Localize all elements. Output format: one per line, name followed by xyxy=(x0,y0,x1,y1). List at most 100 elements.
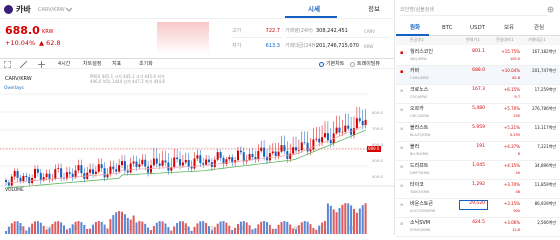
candle xyxy=(364,119,367,126)
volume-bar xyxy=(199,221,202,234)
list-item[interactable]: ▪ 월러스코인 WAL/KRW 801.1 +15.75% 109.0 167,182백만 xyxy=(396,47,560,66)
search-box[interactable]: 코인명/심볼검색 xyxy=(400,7,548,16)
x-axis-label: 24 xyxy=(238,227,244,232)
volume-bar xyxy=(83,225,86,234)
col-change[interactable]: 전일대비↕ xyxy=(496,38,514,42)
list-item[interactable]: ▪ 오르카 ORCA/KRW 5,480 +5.70% 295 276,786백만 xyxy=(396,104,560,123)
candle xyxy=(100,164,103,169)
volume-bar xyxy=(361,205,364,234)
gear-icon[interactable] xyxy=(547,6,554,13)
tab-favorites[interactable]: 관심 xyxy=(534,25,544,32)
candle xyxy=(326,133,329,141)
favorite-star-icon[interactable]: ▪ xyxy=(400,70,403,75)
candle-chart[interactable] xyxy=(0,84,395,236)
favorite-star-icon[interactable]: ▪ xyxy=(400,203,403,208)
coin-volume: 276,786백만 xyxy=(532,106,556,111)
chart-settings-button[interactable]: 차트설정 xyxy=(83,62,101,67)
col-volume[interactable]: 거래대금↕ xyxy=(528,38,546,42)
mini-chart xyxy=(157,22,209,54)
candle xyxy=(318,138,321,143)
volume-bar xyxy=(329,205,332,234)
coin-symbol: TAIKO/KRW xyxy=(410,190,430,194)
list-item[interactable]: ▪ 타이코 TAIKO/KRW 1,292 +3.70% 46 11,859백만 xyxy=(396,180,560,199)
tradingview-radio[interactable] xyxy=(350,61,355,67)
volume-bar xyxy=(176,223,179,234)
candle xyxy=(324,133,326,138)
favorite-star-icon[interactable]: ▪ xyxy=(400,184,403,189)
tab-usdt[interactable]: USDT xyxy=(470,25,485,32)
list-item[interactable]: ▪ 소닉SVM SONIC/KRW 424.5 +3.06% 12.6 2,566백만 xyxy=(396,218,560,237)
candle xyxy=(315,138,318,140)
candle xyxy=(347,125,350,129)
coin-symbol: BLUR/KRW xyxy=(410,152,429,156)
favorite-star-icon[interactable]: ▪ xyxy=(400,108,403,113)
coin-volume: 201,747백만 xyxy=(532,68,556,73)
x-axis-label: 23 xyxy=(210,227,217,232)
list-item[interactable]: ▪ 드리프트 DRIFT/KRW 1,045 +4.15% 40 34,896백만 xyxy=(396,161,560,180)
tab-price[interactable]: 시세 xyxy=(308,6,320,13)
reset-button[interactable]: 초기화 xyxy=(139,62,153,67)
list-item[interactable]: ▪ 카바 CARV/KRW 688.0 +10.04% 62.8 201,747백만 xyxy=(396,66,560,85)
volume-bar xyxy=(228,225,231,234)
candle xyxy=(5,180,7,182)
candle xyxy=(94,171,97,174)
volume-bar xyxy=(248,225,251,234)
volume-bar xyxy=(135,222,138,234)
divider xyxy=(0,18,395,19)
col-name[interactable]: 한글명↕ xyxy=(410,38,424,42)
volume-bar xyxy=(219,221,222,234)
list-item[interactable]: ▪ 블라스트 BLAST/KRW 5.959 +5.21% 0.295 13,117백만 xyxy=(396,123,560,142)
coin-price: 5.959 xyxy=(472,125,485,130)
volume-bar xyxy=(202,221,205,234)
volume-bar xyxy=(251,229,254,234)
volume-bar xyxy=(286,221,289,234)
volume-bar xyxy=(68,228,71,234)
candle xyxy=(28,177,31,184)
volume-bar xyxy=(80,222,83,234)
col-price[interactable]: 현재가↕ xyxy=(466,38,480,42)
candle xyxy=(193,158,196,169)
favorite-star-icon[interactable]: ▪ xyxy=(400,222,403,227)
volume-bar xyxy=(86,228,89,234)
list-item[interactable]: ▪ 크로노스 CRO/KRW 167.3 +6.15% 9.7 17,259백만 xyxy=(396,85,560,104)
candle xyxy=(187,159,190,167)
change-percent: +10.04% xyxy=(5,39,36,47)
list-item[interactable]: ▪ 블러 BLUR/KRW 191 +4.37% 8 7,221백만 xyxy=(396,142,560,161)
volume-bar xyxy=(5,231,7,234)
candle xyxy=(150,165,152,173)
coin-symbol: SONIC/KRW xyxy=(410,228,431,232)
candle xyxy=(268,153,271,161)
basic-chart-radio[interactable] xyxy=(319,61,324,67)
tab-info[interactable]: 정보 xyxy=(368,6,380,13)
coin-change-pct: +15.75% xyxy=(501,49,520,54)
crosshair-icon[interactable] xyxy=(38,61,45,68)
tab-krw[interactable]: 원화 xyxy=(410,25,420,32)
favorite-star-icon[interactable]: ▪ xyxy=(400,146,403,151)
tab-btc[interactable]: BTC xyxy=(442,25,453,32)
interval-select[interactable]: 4시간 xyxy=(58,62,70,67)
x-axis-label: 18 xyxy=(73,227,79,232)
list-item[interactable]: ▪ 바운스토큰 AUCTION/KRW 29,520 +3.15% 900 86,939백만 xyxy=(396,199,560,218)
pair-label: CARV/KRW xyxy=(38,7,65,13)
candle xyxy=(329,140,332,144)
volume-bar xyxy=(150,230,152,234)
chevron-down-icon[interactable] xyxy=(66,7,72,12)
favorite-star-icon[interactable]: ▪ xyxy=(400,127,403,132)
favorite-star-icon[interactable]: ▪ xyxy=(400,51,403,56)
favorite-star-icon[interactable]: ▪ xyxy=(400,165,403,170)
expand-icon[interactable] xyxy=(4,61,11,68)
favorite-star-icon[interactable]: ▪ xyxy=(400,89,403,94)
indicators-button[interactable]: 지표 xyxy=(112,62,121,67)
search-input[interactable]: 코인명/심볼검색 xyxy=(400,8,434,13)
candle xyxy=(271,151,274,154)
volume-bar xyxy=(36,221,39,234)
candle xyxy=(312,139,315,150)
tab-holdings[interactable]: 보유 xyxy=(504,25,514,32)
y-axis-label: 600.0 xyxy=(372,142,383,147)
candle xyxy=(74,170,77,178)
volume-bar xyxy=(257,224,260,234)
draw-line-icon[interactable] xyxy=(20,61,27,68)
volume-bar xyxy=(344,203,347,234)
candle xyxy=(202,163,205,165)
volume-bar xyxy=(89,228,92,234)
